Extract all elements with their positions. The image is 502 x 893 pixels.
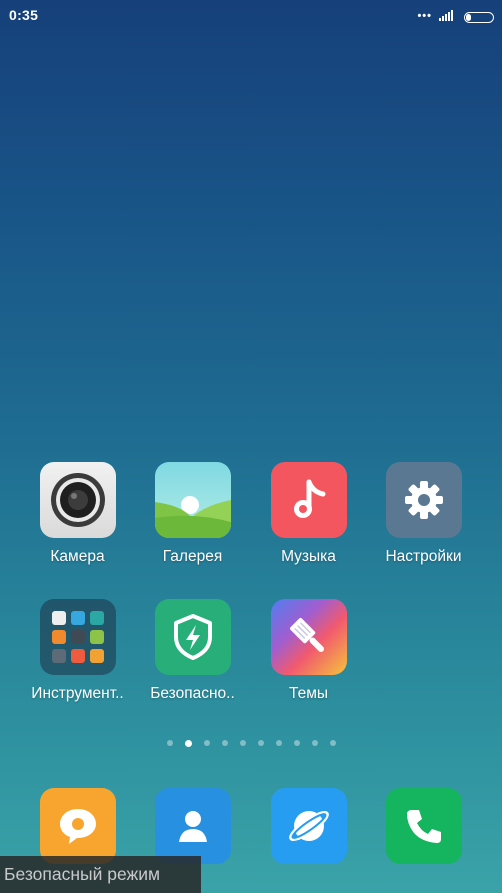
- app-label-security: Безопасно..: [150, 685, 235, 702]
- app-label-settings: Настройки: [385, 548, 462, 565]
- page-indicator[interactable]: [0, 739, 502, 747]
- dock-browser[interactable]: [251, 788, 366, 864]
- page-dot[interactable]: [275, 740, 282, 746]
- signal-icon: [439, 8, 457, 26]
- page-dot[interactable]: [329, 740, 336, 746]
- app-label-music: Музыка: [281, 548, 336, 565]
- security-shield-icon: [154, 599, 231, 675]
- page-dot[interactable]: [239, 740, 246, 746]
- page-dot[interactable]: [166, 740, 173, 746]
- messages-icon: [39, 788, 116, 864]
- contacts-icon: [154, 788, 231, 864]
- status-time: 0:35: [9, 7, 39, 23]
- app-label-themes: Темы: [288, 685, 328, 702]
- page-dot[interactable]: [293, 740, 300, 746]
- page-dot[interactable]: [203, 740, 210, 746]
- page-dot[interactable]: [311, 740, 318, 746]
- notification-dots: •••: [417, 10, 432, 22]
- dock-phone[interactable]: [366, 788, 481, 864]
- battery-icon: [464, 11, 494, 23]
- app-camera[interactable]: Камера: [20, 462, 135, 566]
- dock-messages[interactable]: [20, 788, 135, 864]
- phone-icon: [385, 788, 462, 864]
- safe-mode-label: Безопасный режим: [0, 856, 201, 893]
- status-icons: •••: [417, 8, 494, 26]
- app-settings[interactable]: Настройки: [366, 462, 481, 566]
- app-security[interactable]: Безопасно..: [135, 599, 250, 703]
- app-gallery[interactable]: Галерея: [135, 462, 250, 566]
- themes-brush-icon: [270, 599, 347, 675]
- app-tools-folder[interactable]: Инструмент..: [20, 599, 135, 703]
- settings-gear-icon: [385, 462, 462, 538]
- battery-level: [466, 13, 471, 21]
- dock: [0, 788, 502, 864]
- app-label-gallery: Галерея: [162, 548, 223, 565]
- music-icon: [270, 462, 347, 538]
- app-themes[interactable]: Темы: [251, 599, 366, 703]
- page-dot[interactable]: [184, 739, 192, 747]
- dock-contacts[interactable]: [135, 788, 250, 864]
- app-label-tools: Инструмент..: [31, 685, 124, 702]
- tools-folder-icon: [39, 599, 116, 675]
- app-music[interactable]: Музыка: [251, 462, 366, 566]
- browser-icon: [270, 788, 347, 864]
- camera-icon: [39, 462, 116, 538]
- app-label-camera: Камера: [50, 548, 105, 565]
- gallery-icon: [154, 462, 231, 538]
- status-bar: 0:35 •••: [0, 0, 502, 30]
- page-dot[interactable]: [221, 740, 228, 746]
- page-dot[interactable]: [257, 740, 264, 746]
